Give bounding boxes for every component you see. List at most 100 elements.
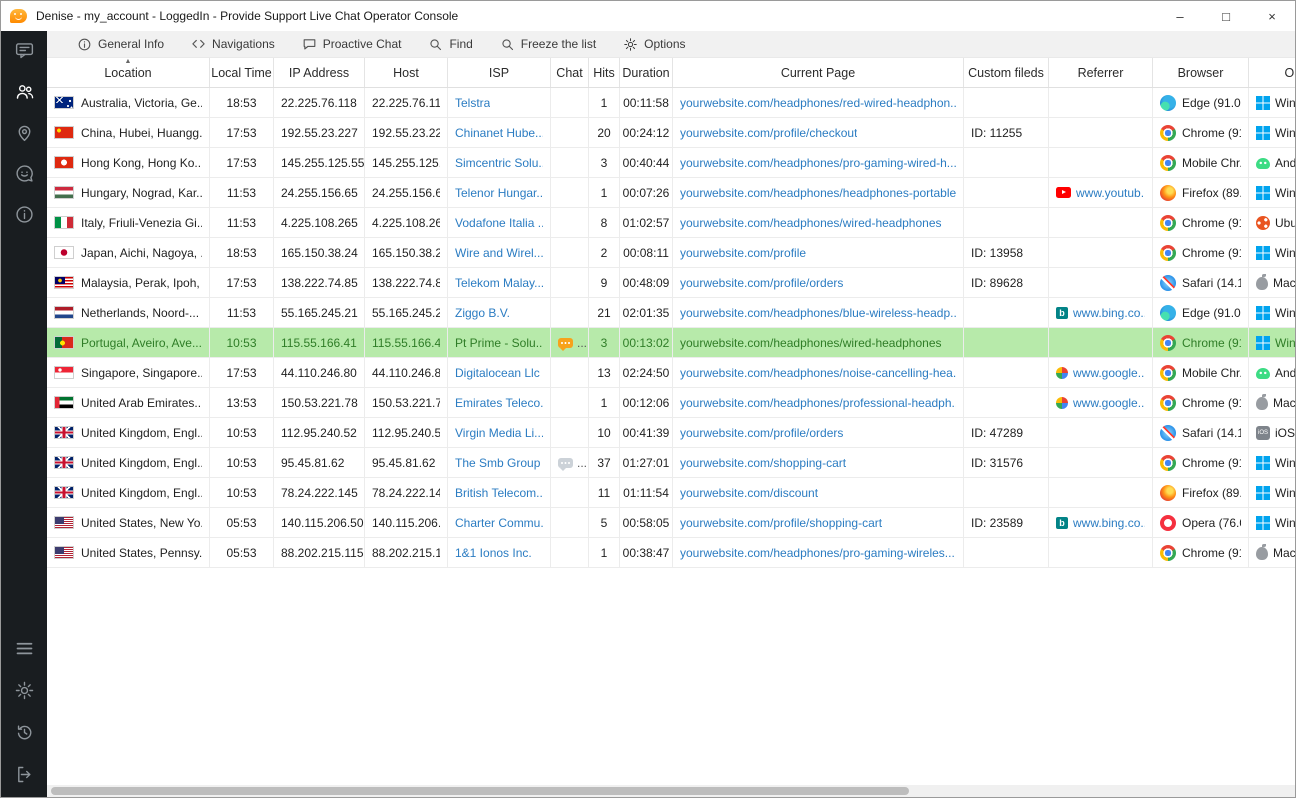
current-page-link[interactable]: yourwebsite.com/profile/orders <box>680 276 843 290</box>
sidebar-item-visitors[interactable] <box>1 72 47 113</box>
os-label: Win <box>1275 96 1295 110</box>
referrer-link[interactable]: www.google... <box>1073 366 1145 380</box>
isp-link[interactable]: The Smb Group <box>455 456 540 470</box>
referrer-link[interactable]: www.google... <box>1073 396 1145 410</box>
current-page-link[interactable]: yourwebsite.com/headphones/headphones-po… <box>680 186 956 200</box>
table-row[interactable]: Australia, Victoria, Ge...18:5322.225.76… <box>47 88 1295 118</box>
toolbar-find[interactable]: Find <box>428 37 472 52</box>
column-header-isp[interactable]: ISP <box>448 58 551 87</box>
current-page-link[interactable]: yourwebsite.com/profile <box>680 246 806 260</box>
toolbar-proactive-chat[interactable]: Proactive Chat <box>302 37 402 52</box>
isp-link[interactable]: 1&1 Ionos Inc. <box>455 546 532 560</box>
minimize-button[interactable]: – <box>1157 1 1203 31</box>
scrollbar-thumb[interactable] <box>51 787 909 795</box>
isp-link[interactable]: British Telecom... <box>455 486 543 500</box>
column-header-os[interactable]: OS <box>1249 58 1295 87</box>
table-row[interactable]: United Kingdom, Engl...10:53112.95.240.5… <box>47 418 1295 448</box>
current-page-link[interactable]: yourwebsite.com/shopping-cart <box>680 456 846 470</box>
sidebar-item-logout[interactable] <box>1 755 47 797</box>
isp-link[interactable]: Digitalocean Llc <box>455 366 540 380</box>
column-header-location[interactable]: ▲Location <box>47 58 210 87</box>
current-page-link[interactable]: yourwebsite.com/discount <box>680 486 818 500</box>
current-page-link[interactable]: yourwebsite.com/profile/checkout <box>680 126 857 140</box>
column-header-browser[interactable]: Browser <box>1153 58 1249 87</box>
browser-label: Chrome (91... <box>1182 396 1241 410</box>
isp-link[interactable]: Telenor Hungar... <box>455 186 543 200</box>
sidebar-item-info[interactable] <box>1 195 47 236</box>
current-page-link[interactable]: yourwebsite.com/profile/orders <box>680 426 843 440</box>
column-header-chat[interactable]: Chat <box>551 58 589 87</box>
isp-link[interactable]: Telekom Malay... <box>455 276 543 290</box>
code-brackets-icon <box>191 37 206 52</box>
referrer-link[interactable]: www.bing.co... <box>1073 306 1145 320</box>
cell-host: 78.24.222.145 <box>365 478 448 507</box>
referrer-link[interactable]: www.bing.co... <box>1073 516 1145 530</box>
column-header-duration[interactable]: Duration <box>620 58 673 87</box>
column-header-current-page[interactable]: Current Page <box>673 58 964 87</box>
table-row[interactable]: Malaysia, Perak, Ipoh, ...17:53138.222.7… <box>47 268 1295 298</box>
sidebar-item-chat-smiley[interactable] <box>1 154 47 195</box>
current-page-link[interactable]: yourwebsite.com/headphones/blue-wireless… <box>680 306 956 320</box>
isp-link[interactable]: Ziggo B.V. <box>455 306 510 320</box>
os-label: And <box>1275 156 1295 170</box>
referrer-link[interactable]: www.youtub... <box>1076 186 1145 200</box>
table-row[interactable]: United Kingdom, Engl...10:5395.45.81.629… <box>47 448 1295 478</box>
table-row[interactable]: China, Hubei, Huangg...17:53192.55.23.22… <box>47 118 1295 148</box>
current-page-link[interactable]: yourwebsite.com/headphones/wired-headpho… <box>680 336 942 350</box>
table-row[interactable]: Italy, Friuli-Venezia Gi...11:534.225.10… <box>47 208 1295 238</box>
table-row[interactable]: Hong Kong, Hong Ko...17:53145.255.125.55… <box>47 148 1295 178</box>
current-page-link[interactable]: yourwebsite.com/headphones/noise-cancell… <box>680 366 956 380</box>
isp-link[interactable]: Wire and Wirel... <box>455 246 543 260</box>
table-row[interactable]: United States, Pennsy...05:5388.202.215.… <box>47 538 1295 568</box>
isp-link[interactable]: Chinanet Hube... <box>455 126 543 140</box>
cell-chat <box>551 208 589 237</box>
column-header-hits[interactable]: Hits <box>589 58 620 87</box>
cell-hits: 1 <box>589 88 620 117</box>
table-row[interactable]: Portugal, Aveiro, Ave...10:53115.55.166.… <box>47 328 1295 358</box>
current-page-link[interactable]: yourwebsite.com/profile/shopping-cart <box>680 516 882 530</box>
toolbar-general-info[interactable]: General Info <box>77 37 164 52</box>
isp-link[interactable]: Virgin Media Li... <box>455 426 543 440</box>
column-header-ip-address[interactable]: IP Address <box>274 58 365 87</box>
current-page-link[interactable]: yourwebsite.com/headphones/professional-… <box>680 396 956 410</box>
isp-link[interactable]: Charter Commu... <box>455 516 543 530</box>
column-header-referrer[interactable]: Referrer <box>1049 58 1153 87</box>
column-header-local-time[interactable]: Local Time <box>210 58 274 87</box>
sidebar-item-gear[interactable] <box>1 671 47 713</box>
isp-link[interactable]: Pt Prime - Solu... <box>455 336 543 350</box>
host-label: 88.202.215.115 <box>372 546 440 560</box>
hits-value: 9 <box>601 276 608 290</box>
sidebar-item-chat-window[interactable] <box>1 31 47 72</box>
toolbar-navigations[interactable]: Navigations <box>191 37 275 52</box>
host-label: 145.255.125.55 <box>372 156 440 170</box>
table-row[interactable]: United Kingdom, Engl...10:5378.24.222.14… <box>47 478 1295 508</box>
current-page-link[interactable]: yourwebsite.com/headphones/wired-headpho… <box>680 216 942 230</box>
isp-link[interactable]: Vodafone Italia ... <box>455 216 543 230</box>
table-row[interactable]: United States, New Yo...05:53140.115.206… <box>47 508 1295 538</box>
cell-duration: 01:11:54 <box>620 478 673 507</box>
current-page-link[interactable]: yourwebsite.com/headphones/red-wired-hea… <box>680 96 956 110</box>
table-row[interactable]: Japan, Aichi, Nagoya, ...18:53165.150.38… <box>47 238 1295 268</box>
sidebar-item-menu[interactable] <box>1 629 47 671</box>
cell-isp: British Telecom... <box>448 478 551 507</box>
table-row[interactable]: Hungary, Nograd, Kar...11:5324.255.156.6… <box>47 178 1295 208</box>
sidebar-item-location-pin[interactable] <box>1 113 47 154</box>
isp-link[interactable]: Telstra <box>455 96 490 110</box>
horizontal-scrollbar[interactable] <box>47 785 1295 797</box>
toolbar-freeze-the-list[interactable]: Freeze the list <box>500 37 596 52</box>
toolbar-options[interactable]: Options <box>623 37 685 52</box>
close-button[interactable]: × <box>1249 1 1295 31</box>
sidebar-item-history[interactable] <box>1 713 47 755</box>
current-page-link[interactable]: yourwebsite.com/headphones/pro-gaming-wi… <box>680 156 956 170</box>
table-row[interactable]: Singapore, Singapore...17:5344.110.246.8… <box>47 358 1295 388</box>
table-row[interactable]: United Arab Emirates...13:53150.53.221.7… <box>47 388 1295 418</box>
table-row[interactable]: Netherlands, Noord-...11:5355.165.245.21… <box>47 298 1295 328</box>
isp-link[interactable]: Simcentric Solu... <box>455 156 543 170</box>
isp-link[interactable]: Emirates Teleco... <box>455 396 543 410</box>
current-page-link[interactable]: yourwebsite.com/headphones/pro-gaming-wi… <box>680 546 955 560</box>
maximize-button[interactable]: □ <box>1203 1 1249 31</box>
cell-ip-address: 145.255.125.55 <box>274 148 365 177</box>
cell-chat <box>551 388 589 417</box>
column-header-custom-fileds[interactable]: Custom fileds <box>964 58 1049 87</box>
column-header-host[interactable]: Host <box>365 58 448 87</box>
